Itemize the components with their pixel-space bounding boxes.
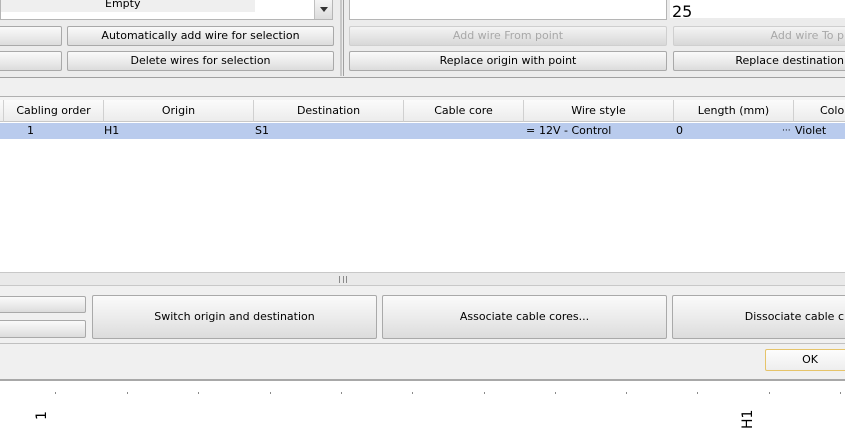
ruler-tick xyxy=(555,392,556,394)
replace-origin-button[interactable]: Replace origin with point xyxy=(349,51,667,71)
ruler-tick xyxy=(270,392,271,394)
drawing-label-left: 1 xyxy=(34,411,50,420)
chevron-down-icon xyxy=(320,7,328,12)
drawing-canvas[interactable] xyxy=(0,381,845,430)
horizontal-scrollbar[interactable] xyxy=(0,272,845,286)
preview-box-right: 25 xyxy=(670,0,845,21)
vertical-divider xyxy=(340,0,342,76)
header-cabling-order[interactable]: Cabling order xyxy=(4,100,104,122)
drawing-label-right: H1 xyxy=(740,409,756,429)
ruler-tick xyxy=(412,392,413,394)
table-row[interactable] xyxy=(0,123,845,139)
horizontal-divider xyxy=(0,77,845,78)
dissociate-cable-cores-button[interactable]: Dissociate cable c xyxy=(672,295,845,339)
header-length[interactable]: Length (mm) xyxy=(674,100,794,122)
header-origin[interactable]: Origin xyxy=(104,100,254,122)
preview-box xyxy=(349,0,667,20)
ruler-tick xyxy=(484,392,485,394)
header-cable-core[interactable]: Cable core xyxy=(404,100,524,122)
empty-combo-text: Empty xyxy=(1,0,255,12)
cell-wire-style: 12V - Control xyxy=(539,124,612,137)
left-stub-action-2[interactable] xyxy=(0,320,86,338)
delete-wires-button[interactable]: Delete wires for selection xyxy=(67,51,334,71)
empty-combo[interactable]: Empty xyxy=(0,0,333,20)
ruler-tick xyxy=(840,392,841,394)
cell-color: Violet xyxy=(795,124,827,137)
ruler-tick xyxy=(697,392,698,394)
empty-combo-value: Empty xyxy=(105,0,141,10)
left-stub-button-1[interactable] xyxy=(0,26,62,46)
footer-divider xyxy=(0,343,845,344)
header-wire-style[interactable]: Wire style xyxy=(524,100,674,122)
combo-dropdown-button[interactable] xyxy=(314,0,332,19)
splitter-grip-line xyxy=(343,276,344,283)
replace-destination-button[interactable]: Replace destination xyxy=(673,51,845,71)
left-stub-action-1[interactable] xyxy=(0,296,86,313)
add-wire-from-button[interactable]: Add wire From point xyxy=(349,26,667,46)
vertical-divider-line xyxy=(343,0,344,76)
left-stub-button-2[interactable] xyxy=(0,51,62,71)
ruler-tick xyxy=(341,392,342,394)
ruler-tick xyxy=(55,392,56,394)
header-color[interactable]: Color xyxy=(794,100,845,122)
cell-cabling-order: 1 xyxy=(27,124,34,137)
cell-destination: S1 xyxy=(255,124,269,137)
ruler-tick xyxy=(626,392,627,394)
cell-color-ellipsis[interactable]: ··· xyxy=(782,123,791,139)
ruler-tick xyxy=(198,392,199,394)
ruler-tick xyxy=(127,392,128,394)
cell-wire-style-prefix: = xyxy=(526,124,536,137)
cell-length: 0 xyxy=(676,124,683,137)
header-destination[interactable]: Destination xyxy=(254,100,404,122)
associate-cable-cores-button[interactable]: Associate cable cores... xyxy=(382,295,667,339)
splitter-strip xyxy=(0,80,845,95)
ok-button[interactable]: OK xyxy=(765,349,845,371)
switch-origin-destination-button[interactable]: Switch origin and destination xyxy=(92,295,377,339)
cell-origin: H1 xyxy=(104,124,120,137)
preview-value: 25 xyxy=(672,2,693,21)
ruler-tick xyxy=(769,392,770,394)
add-wire-to-button[interactable]: Add wire To p xyxy=(673,26,845,46)
auto-add-wire-button[interactable]: Automatically add wire for selection xyxy=(67,26,334,46)
splitter-grip-icon[interactable] xyxy=(339,276,347,283)
